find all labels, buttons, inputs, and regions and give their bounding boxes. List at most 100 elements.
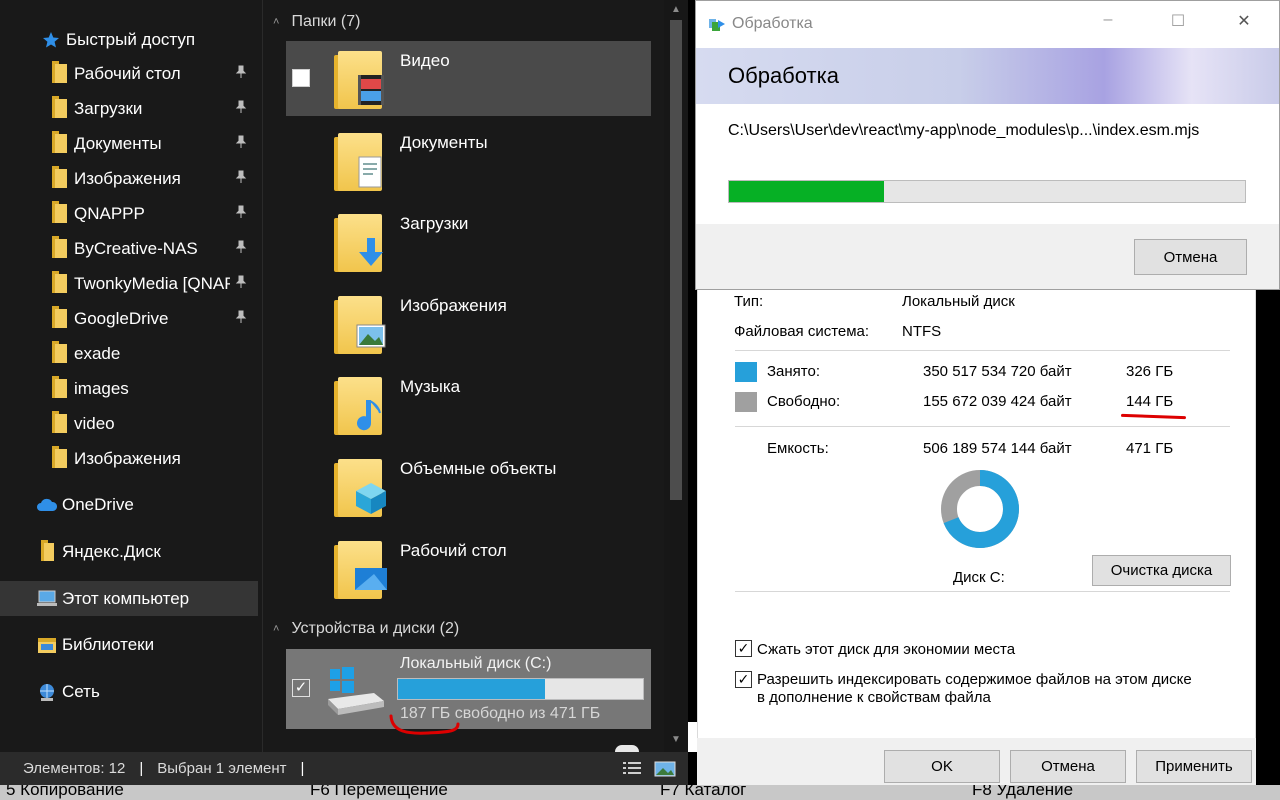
nav-item-4[interactable]: QNAPPP — [48, 196, 258, 231]
folder-name: Рабочий стол — [400, 540, 507, 560]
folder-icon — [48, 341, 70, 365]
nav-item-11[interactable]: Изображения — [48, 441, 258, 476]
pin-icon[interactable] — [230, 240, 252, 257]
nav-item-7[interactable]: GoogleDrive — [48, 301, 258, 336]
folder-tile[interactable]: Видео — [286, 41, 651, 116]
computer-icon — [36, 588, 58, 610]
drive-checkbox[interactable]: ✓ — [292, 679, 310, 697]
compress-checkbox[interactable]: ✓ — [735, 640, 752, 657]
nav-item-5[interactable]: ByCreative-NAS — [48, 231, 258, 266]
nav-item-8[interactable]: exade — [48, 336, 258, 371]
close-button[interactable]: ✕ — [1229, 11, 1259, 31]
apply-button[interactable]: Применить — [1136, 750, 1252, 783]
divider — [735, 350, 1230, 351]
divider — [735, 426, 1230, 427]
folder-name: Объемные объекты — [400, 459, 557, 478]
folder-tile[interactable]: Объемные объекты — [286, 449, 651, 524]
folder-icon — [48, 446, 70, 470]
free-bytes: 155 672 039 424 байт — [923, 393, 1072, 410]
pin-icon[interactable] — [230, 275, 252, 292]
nav-item-label: GoogleDrive — [74, 308, 169, 328]
status-item-count: Элементов: 12 — [23, 760, 126, 777]
ok-button[interactable]: OK — [884, 750, 1000, 783]
maximize-button[interactable]: ☐ — [1163, 11, 1193, 31]
folder-name: Видео — [400, 51, 450, 70]
dialog-cancel-button[interactable]: Отмена — [1134, 239, 1247, 275]
group-header-folders[interactable]: ˄ Папки (7) — [273, 13, 360, 31]
chevron-down-icon: ˄ — [273, 16, 280, 28]
group-header-devices[interactable]: ˄ Устройства и диски (2) — [273, 620, 459, 638]
folder-tile[interactable]: Изображения — [286, 286, 651, 361]
nav-item-1[interactable]: Загрузки — [48, 91, 258, 126]
nav-onedrive[interactable]: OneDrive — [36, 487, 258, 522]
status-selection: Выбран 1 элемент — [157, 760, 287, 777]
fkey-move[interactable]: F6 Перемещение — [310, 785, 448, 800]
drive-tile-c[interactable]: ✓ Локальный диск (C:) 187 ГБ свободно из… — [286, 649, 651, 729]
index-checkbox[interactable]: ✓ — [735, 671, 752, 688]
fkey-mkdir[interactable]: F7 Каталог — [660, 785, 746, 800]
disk-cleanup-button[interactable]: Очистка диска — [1092, 555, 1231, 586]
minimize-button[interactable]: – — [1093, 11, 1123, 29]
pin-icon[interactable] — [230, 205, 252, 222]
video-icon — [354, 73, 388, 107]
filesystem-label: Файловая система: — [734, 323, 870, 340]
fkey-delete[interactable]: F8 Удаление — [972, 785, 1073, 800]
file-manager-function-keys: 5 Копирование F6 Перемещение F7 Каталог … — [0, 785, 1280, 800]
nav-yandex-disk[interactable]: Яндекс.Диск — [36, 534, 258, 569]
folder-icon — [334, 459, 386, 517]
document-icon — [354, 155, 388, 189]
nav-libraries[interactable]: Библиотеки — [36, 627, 258, 662]
details-view-icon[interactable] — [623, 761, 641, 777]
folder-icon — [334, 295, 388, 354]
nav-item-label: Рабочий стол — [74, 63, 181, 83]
nav-item-9[interactable]: images — [48, 371, 258, 406]
pin-icon[interactable] — [230, 135, 252, 152]
folder-tile[interactable]: Загрузки — [286, 204, 651, 279]
nav-item-label: exade — [74, 343, 121, 363]
cancel-button[interactable]: Отмена — [1010, 750, 1126, 783]
dialog-heading: Обработка — [728, 63, 839, 88]
dialog-header-banner: Обработка — [696, 48, 1279, 104]
pin-icon[interactable] — [230, 65, 252, 82]
background-window-edge — [688, 722, 697, 752]
nav-item-0[interactable]: Рабочий стол — [48, 56, 258, 91]
libraries-icon — [36, 634, 58, 656]
pin-icon[interactable] — [230, 170, 252, 187]
folder-icon — [48, 96, 70, 120]
properties-body: Тип: Локальный диск Файловая система: NT… — [697, 278, 1256, 785]
folder-tile[interactable]: Музыка — [286, 367, 651, 442]
nav-item-label: Изображения — [74, 168, 181, 188]
index-label-line2: в дополнение к свойствам файла — [757, 689, 991, 706]
content-scrollbar[interactable]: ▲ ▼ — [664, 0, 688, 752]
nav-item-2[interactable]: Документы — [48, 126, 258, 161]
nav-item-10[interactable]: video — [48, 406, 258, 441]
large-icons-view-icon[interactable] — [654, 761, 676, 777]
index-label-line1: Разрешить индексировать содержимое файло… — [757, 671, 1192, 688]
free-color-swatch — [735, 392, 757, 412]
scrollbar-thumb[interactable] — [670, 20, 682, 500]
nav-this-pc[interactable]: Этот компьютер — [0, 581, 258, 616]
pin-icon[interactable] — [230, 310, 252, 327]
folder-tile[interactable]: Рабочий стол — [286, 531, 651, 606]
pin-icon[interactable] — [230, 100, 252, 117]
next-drive-icon — [615, 745, 639, 752]
used-bytes: 350 517 534 720 байт — [923, 363, 1072, 380]
scroll-down-arrow[interactable]: ▼ — [664, 734, 688, 745]
nav-network[interactable]: Сеть — [36, 674, 258, 709]
folder-checkbox[interactable] — [292, 69, 310, 87]
nav-quick-access[interactable]: Быстрый доступ — [40, 22, 258, 57]
progress-bar — [728, 180, 1246, 203]
nav-item-label: images — [74, 378, 129, 398]
nav-item-6[interactable]: TwonkyMedia [QNAP — [48, 266, 258, 301]
folder-icon — [48, 306, 70, 330]
nav-item-3[interactable]: Изображения — [48, 161, 258, 196]
folder-tile[interactable]: Документы — [286, 123, 651, 198]
type-value: Локальный диск — [902, 293, 1015, 310]
fkey-copy[interactable]: 5 Копирование — [6, 785, 124, 800]
scroll-up-arrow[interactable]: ▲ — [664, 4, 688, 15]
folder-icon — [48, 61, 70, 85]
properties-general-tab: Тип: Локальный диск Файловая система: NT… — [697, 278, 1256, 738]
red-annotation-underline — [1120, 413, 1187, 420]
folder-name: Документы — [400, 132, 488, 152]
image-icon — [354, 318, 388, 352]
